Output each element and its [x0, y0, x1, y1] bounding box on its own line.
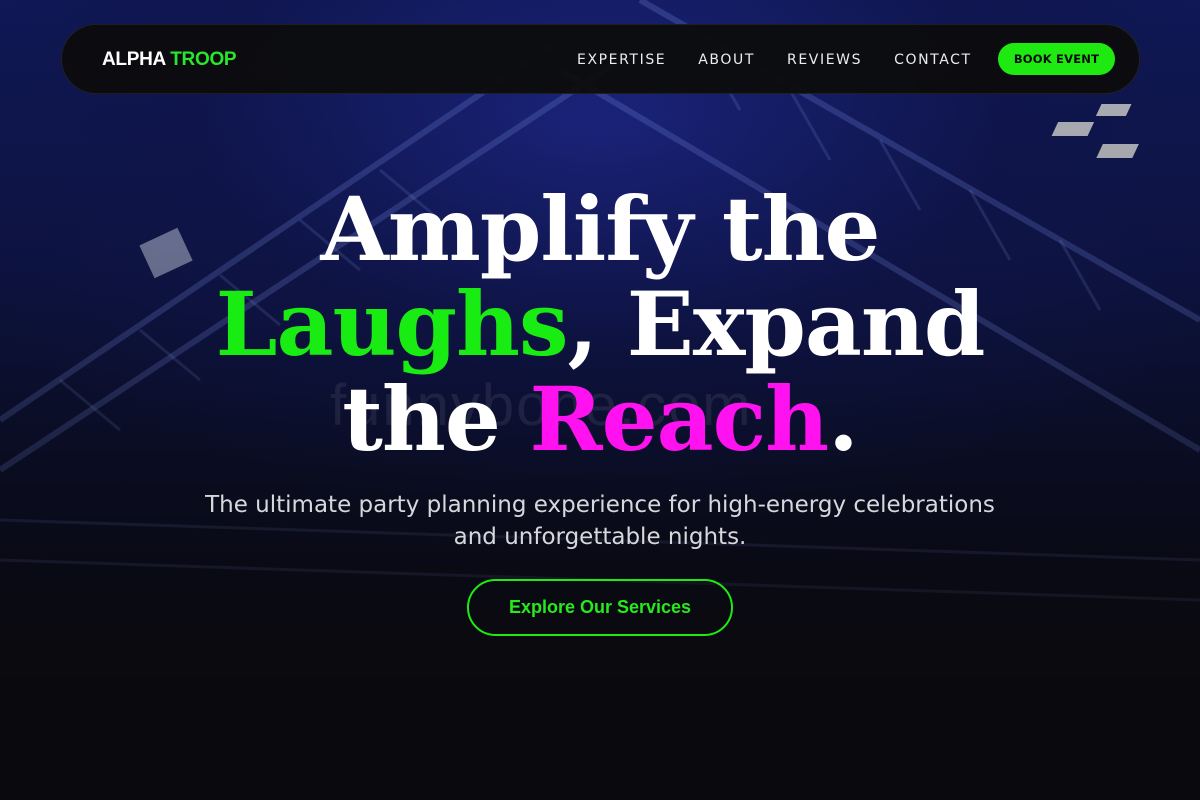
top-navbar: ALPHA TROOP EXPERTISE ABOUT REVIEWS CONT… — [61, 24, 1140, 94]
nav-link-reviews[interactable]: REVIEWS — [787, 52, 862, 68]
hero-subtitle: The ultimate party planning experience f… — [205, 492, 995, 550]
hero-section: funnybone.com ALPHA TROOP EXPERTISE ABOU… — [0, 0, 1200, 800]
brand-logo[interactable]: ALPHA TROOP — [102, 49, 237, 71]
logo-text-alpha: ALPHA — [102, 49, 166, 70]
headline-line-2-rest: , Expand — [567, 272, 986, 376]
book-event-button[interactable]: BOOK EVENT — [998, 43, 1115, 75]
hero-headline: Amplify the Laughs, Expand the Reach. — [0, 182, 1200, 467]
nav-link-expertise[interactable]: EXPERTISE — [577, 52, 666, 68]
explore-services-button[interactable]: Explore Our Services — [467, 579, 733, 636]
headline-period: . — [828, 367, 859, 471]
nav-links: EXPERTISE ABOUT REVIEWS CONTACT — [577, 25, 1004, 95]
logo-text-troop: TROOP — [170, 49, 237, 70]
headline-line-3-start: the — [342, 367, 530, 471]
headline-word-laughs: Laughs — [215, 272, 569, 376]
headline-word-reach: Reach — [529, 367, 829, 471]
headline-line-1: Amplify the — [320, 177, 880, 281]
nav-link-contact[interactable]: CONTACT — [894, 52, 972, 68]
nav-link-about[interactable]: ABOUT — [698, 52, 755, 68]
